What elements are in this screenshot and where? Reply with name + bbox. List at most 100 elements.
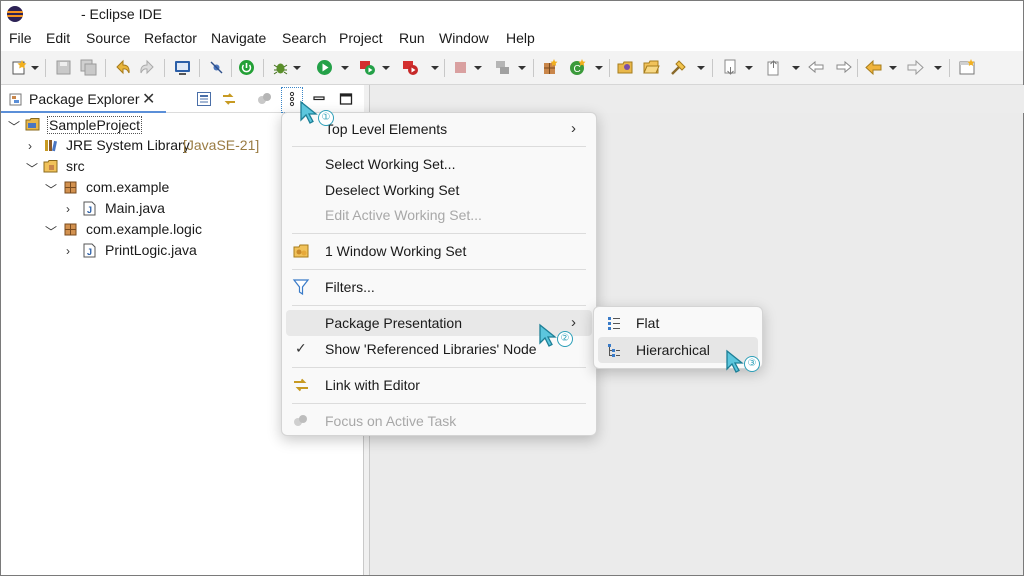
collapse-chevron-icon[interactable]: › bbox=[28, 139, 32, 153]
previous-annotation-dropdown-icon[interactable] bbox=[792, 66, 800, 70]
menu-search[interactable]: Search bbox=[282, 30, 326, 46]
menu-item-label: Top Level Elements bbox=[325, 121, 448, 137]
build-dropdown-icon bbox=[518, 66, 526, 70]
power-icon[interactable] bbox=[238, 59, 255, 76]
menu-item-label: 1 Window Working Set bbox=[325, 243, 467, 259]
debug-icon[interactable] bbox=[272, 59, 289, 76]
expand-chevron-icon[interactable]: ﹀ bbox=[26, 160, 38, 177]
skip-breakpoints-icon[interactable] bbox=[208, 59, 225, 76]
menu-edit[interactable]: Edit bbox=[46, 30, 70, 46]
cursor-arrow-icon bbox=[300, 100, 318, 124]
link-with-editor-icon bbox=[294, 378, 308, 392]
editor-tab-strip bbox=[370, 85, 1024, 113]
new-dropdown-icon[interactable] bbox=[31, 66, 39, 70]
window-title: - Eclipse IDE bbox=[81, 6, 162, 22]
focus-task-icon bbox=[258, 93, 271, 104]
menu-item-filters[interactable]: Filters... bbox=[286, 274, 592, 300]
menu-item-label: Edit Active Working Set... bbox=[325, 207, 482, 223]
toolbar-separator bbox=[609, 59, 610, 77]
java-file-icon: J bbox=[83, 201, 96, 216]
save-all-icon bbox=[80, 59, 97, 76]
submenu-item-label: Flat bbox=[636, 315, 660, 331]
collapse-chevron-icon[interactable]: › bbox=[66, 202, 70, 216]
forward-dropdown-icon[interactable] bbox=[934, 66, 942, 70]
menu-item-focus-on-active-task: Focus on Active Task bbox=[286, 408, 592, 434]
toolbar-separator bbox=[164, 59, 165, 77]
menu-file[interactable]: File bbox=[9, 30, 32, 46]
menu-separator bbox=[292, 233, 586, 234]
expand-chevron-icon[interactable]: ﹀ bbox=[45, 181, 57, 198]
menu-separator bbox=[292, 403, 586, 404]
step-number-badge: ① bbox=[318, 110, 334, 126]
open-type-icon[interactable] bbox=[617, 59, 634, 76]
submenu-item-flat[interactable]: Flat bbox=[598, 310, 758, 336]
tab-package-explorer[interactable]: Package Explorer ✕ bbox=[1, 85, 166, 113]
close-icon[interactable]: ✕ bbox=[142, 89, 155, 109]
menu-window[interactable]: Window bbox=[439, 30, 489, 46]
java-project-icon bbox=[25, 118, 40, 131]
view-context-menu: Top Level Elements › Select Working Set.… bbox=[281, 112, 597, 436]
collapse-all-icon[interactable] bbox=[196, 91, 212, 107]
menu-item-deselect-working-set[interactable]: Deselect Working Set bbox=[286, 177, 592, 203]
expand-chevron-icon[interactable]: ﹀ bbox=[45, 223, 57, 240]
open-folder-icon[interactable] bbox=[643, 59, 660, 76]
external-tools-dropdown-icon[interactable] bbox=[431, 66, 439, 70]
run-dropdown-icon[interactable] bbox=[341, 66, 349, 70]
menu-run[interactable]: Run bbox=[399, 30, 425, 46]
package-explorer-icon bbox=[9, 93, 22, 106]
expand-chevron-icon[interactable]: ﹀ bbox=[8, 118, 20, 135]
java-file-icon: J bbox=[83, 243, 96, 258]
coverage-dropdown-icon[interactable] bbox=[382, 66, 390, 70]
toolbar-separator bbox=[105, 59, 106, 77]
next-annotation-icon[interactable] bbox=[722, 59, 739, 76]
search-dropdown-icon[interactable] bbox=[697, 66, 705, 70]
back-dropdown-icon[interactable] bbox=[889, 66, 897, 70]
previous-annotation-icon[interactable] bbox=[765, 59, 782, 76]
menu-item-label: Link with Editor bbox=[325, 377, 420, 393]
terminal-icon[interactable] bbox=[174, 59, 191, 76]
last-edit-location-icon[interactable] bbox=[808, 59, 825, 76]
coverage-icon[interactable] bbox=[359, 59, 376, 76]
package-icon bbox=[64, 181, 77, 194]
toolbar-separator bbox=[857, 59, 858, 77]
new-class-dropdown-icon[interactable] bbox=[595, 66, 603, 70]
menu-item-edit-active-working-set: Edit Active Working Set... bbox=[286, 202, 592, 228]
menu-item-link-with-editor[interactable]: Link with Editor bbox=[286, 372, 592, 398]
open-perspective-icon[interactable] bbox=[959, 59, 976, 76]
search-tool-icon[interactable] bbox=[670, 59, 687, 76]
menu-source[interactable]: Source bbox=[86, 30, 130, 46]
save-icon bbox=[56, 60, 71, 75]
collapse-chevron-icon[interactable]: › bbox=[66, 244, 70, 258]
tree-label: com.example bbox=[86, 179, 170, 195]
menu-item-label: Focus on Active Task bbox=[325, 413, 457, 429]
tab-label: Package Explorer bbox=[29, 91, 140, 107]
back-icon[interactable] bbox=[865, 59, 882, 76]
stop-icon bbox=[455, 62, 466, 73]
menu-navigate[interactable]: Navigate bbox=[211, 30, 266, 46]
menu-help[interactable]: Help bbox=[506, 30, 535, 46]
new-icon[interactable] bbox=[11, 59, 28, 76]
maximize-icon[interactable] bbox=[338, 91, 354, 107]
edit-location-icon[interactable] bbox=[835, 59, 852, 76]
forward-icon[interactable] bbox=[907, 59, 924, 76]
menu-item-label: Filters... bbox=[325, 279, 375, 295]
tree-decoration: [JavaSE-21] bbox=[183, 137, 260, 153]
tree-label: Main.java bbox=[105, 200, 165, 216]
next-annotation-dropdown-icon[interactable] bbox=[745, 66, 753, 70]
new-package-icon[interactable] bbox=[542, 59, 559, 76]
menu-item-select-working-set[interactable]: Select Working Set... bbox=[286, 151, 592, 177]
submenu-arrow-icon: › bbox=[571, 314, 576, 331]
menu-refactor[interactable]: Refactor bbox=[144, 30, 197, 46]
menu-separator bbox=[292, 269, 586, 270]
tree-label: JRE System Library bbox=[66, 137, 190, 153]
new-class-icon[interactable]: C bbox=[569, 59, 586, 76]
run-icon[interactable] bbox=[316, 59, 333, 76]
menu-project[interactable]: Project bbox=[339, 30, 383, 46]
debug-dropdown-icon[interactable] bbox=[293, 66, 301, 70]
toolbar-separator bbox=[444, 59, 445, 77]
toolbar-separator bbox=[231, 59, 232, 77]
menu-item-window-working-set[interactable]: 1 Window Working Set bbox=[286, 238, 592, 264]
external-tools-icon[interactable] bbox=[402, 59, 419, 76]
link-with-editor-icon[interactable] bbox=[221, 91, 237, 107]
main-toolbar: C bbox=[1, 51, 1023, 85]
